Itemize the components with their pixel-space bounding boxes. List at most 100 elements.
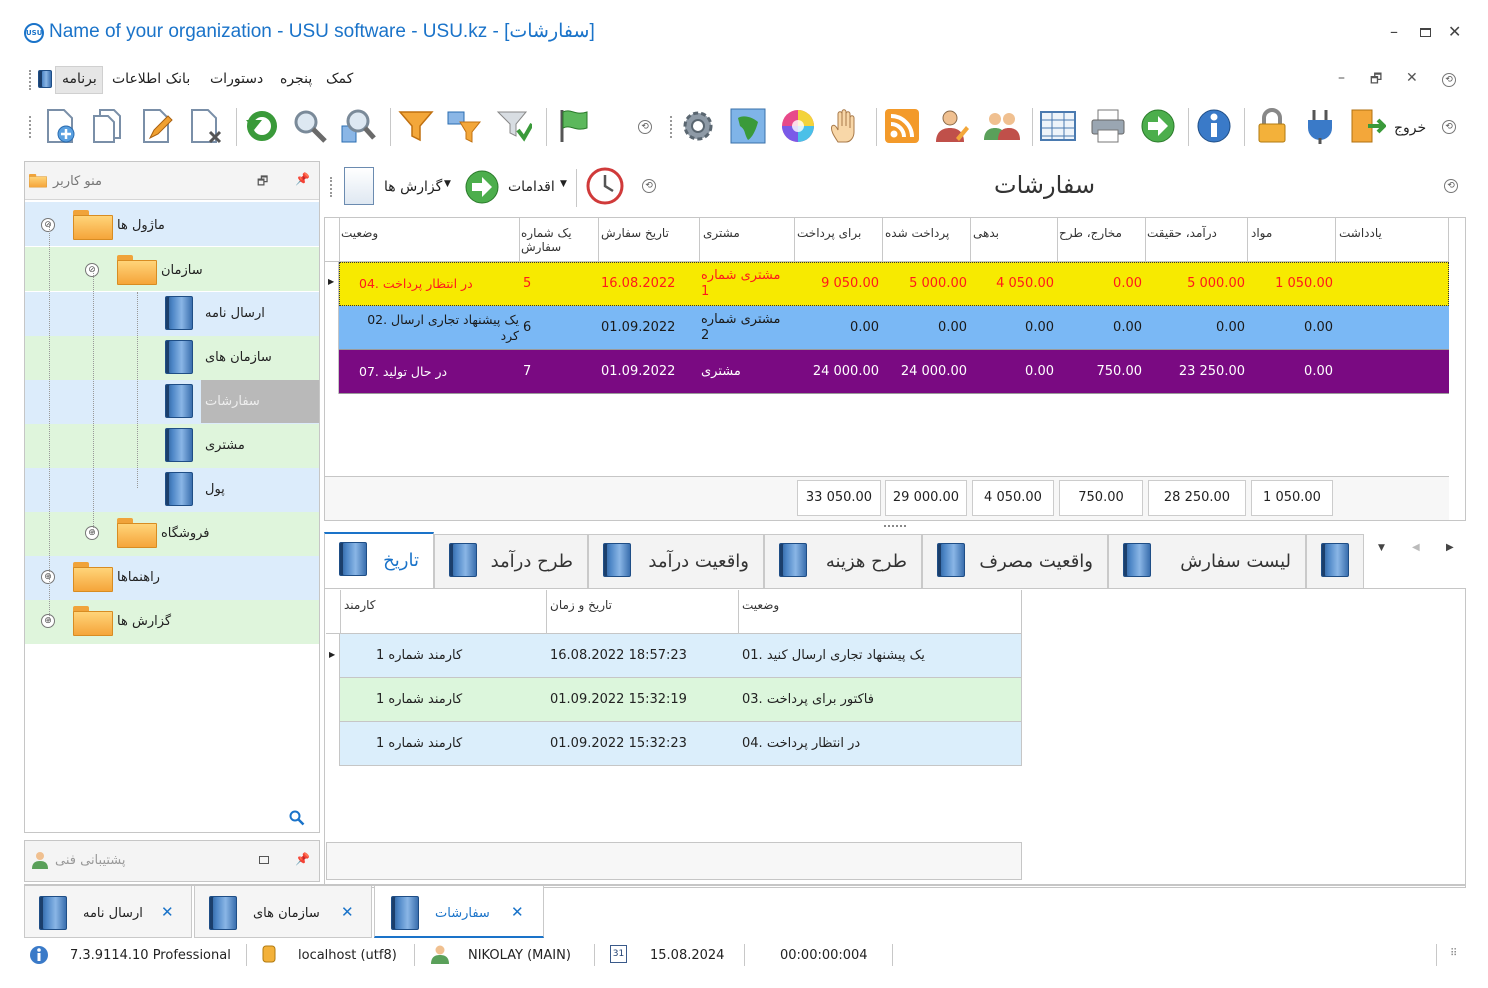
col-debt[interactable]: بدهی (973, 226, 999, 240)
col-paid[interactable]: پرداخت شده (885, 226, 949, 240)
support-pin-icon[interactable]: 📌 (295, 852, 310, 866)
expand-icon[interactable]: ⊕ (41, 614, 55, 628)
filter-icon[interactable] (398, 108, 434, 144)
forward-arrow-icon[interactable] (1140, 108, 1176, 144)
edit-doc-icon[interactable] (138, 108, 174, 144)
support-label[interactable]: پشتیبانی فنی (55, 853, 126, 868)
table-icon[interactable] (1040, 108, 1076, 144)
menu-item-program-label[interactable]: برنامه (62, 71, 97, 87)
plug-icon[interactable] (1302, 108, 1338, 144)
lock-icon[interactable] (1254, 108, 1290, 144)
sidebar-pin-icon[interactable]: 📌 (295, 172, 310, 186)
color-wheel-icon[interactable] (780, 108, 816, 144)
info-icon[interactable] (1196, 108, 1232, 144)
mdi-restore-button[interactable]: 🗗 (1370, 70, 1382, 92)
tree-row-orders[interactable]: سفارشات (25, 380, 319, 424)
tab-income-fact[interactable]: واقعیت درآمد (588, 534, 764, 588)
settings-gear-icon[interactable] (680, 108, 716, 144)
flag-icon[interactable] (556, 108, 592, 144)
add-doc-icon[interactable] (42, 108, 78, 144)
filter-edit-icon[interactable] (446, 108, 482, 144)
rss-icon[interactable] (884, 108, 920, 144)
tab-consumption-fact[interactable]: واقعیت مصرف (922, 534, 1108, 588)
tabs-scroll-right-icon[interactable]: ▶ (1446, 542, 1454, 553)
close-window-button[interactable]: ✕ (1448, 22, 1461, 41)
copy-doc-icon[interactable] (90, 108, 126, 144)
col-order-date[interactable]: تاریخ سفارش (601, 226, 669, 240)
menu-item-commands[interactable]: دستورات (210, 71, 263, 87)
panel-right-collapse-icon[interactable]: ⟲ (1444, 179, 1458, 193)
tree-row-organizations[interactable]: سازمان های (25, 336, 319, 380)
actions-dropdown[interactable]: اقدامات (508, 179, 555, 195)
subcol-datetime[interactable]: تاریخ و زمان (550, 598, 612, 612)
tabs-scroll-left-icon[interactable]: ◀ (1412, 542, 1420, 553)
window-tab-close-icon[interactable]: ✕ (511, 903, 524, 921)
maximize-button[interactable] (1420, 28, 1431, 37)
advanced-search-icon[interactable] (340, 108, 376, 144)
window-tab-organizations[interactable]: سازمان های ✕ (194, 886, 372, 938)
history-row[interactable]: کارمند شماره 1 01.09.2022 15:32:19 03. فاک… (340, 678, 1022, 722)
search-icon[interactable] (292, 108, 328, 144)
window-tab-send-letter[interactable]: ارسال نامه ✕ (24, 886, 192, 938)
reports-dropdown[interactable]: گزارش ها (384, 179, 442, 195)
clock-icon[interactable] (586, 167, 624, 205)
minimize-button[interactable]: – (1390, 22, 1398, 41)
expand-icon[interactable]: ⊕ (41, 570, 55, 584)
tab-more[interactable] (1306, 534, 1364, 588)
printer-icon[interactable] (1090, 108, 1126, 144)
mdi-minimize-button[interactable]: – (1338, 70, 1345, 86)
col-income-fact[interactable]: درآمد، حقیقت (1147, 226, 1217, 240)
col-customer[interactable]: مشتری (703, 226, 740, 240)
window-tab-orders[interactable]: سفارشات ✕ (374, 886, 544, 938)
menu-collapse-icon[interactable]: ⟲ (1442, 73, 1456, 87)
users-icon[interactable] (984, 108, 1020, 144)
toolbar-collapse-icon[interactable]: ⟲ (638, 120, 652, 134)
tree-row-customer[interactable]: مشتری (25, 424, 319, 468)
tree-row-organization[interactable]: ⊘ سازمان (25, 247, 319, 291)
col-expense-plan[interactable]: مخارج، طرح (1059, 226, 1122, 240)
tabs-dropdown-icon[interactable]: ▼ (1378, 543, 1385, 553)
menu-item-window[interactable]: پنجره (280, 71, 312, 87)
toolbar-collapse-right-icon[interactable]: ⟲ (1442, 120, 1456, 134)
tab-income-plan[interactable]: طرح درآمد (434, 534, 588, 588)
sidebar-search-icon[interactable] (289, 810, 305, 826)
tree-row-guides[interactable]: ⊕ راهنماها (25, 556, 319, 600)
col-note[interactable]: یادداشت (1339, 226, 1382, 240)
tree-row-money[interactable]: پول (25, 468, 319, 512)
tab-history[interactable]: تاریخ (324, 532, 434, 588)
delete-doc-icon[interactable] (188, 108, 224, 144)
refresh-icon[interactable] (244, 108, 280, 144)
support-minimize-button[interactable] (259, 856, 269, 864)
col-materials[interactable]: مواد (1251, 226, 1272, 240)
tree-row-modules[interactable]: ⊘ ماژول ها (25, 202, 319, 246)
exit-door-icon[interactable] (1350, 108, 1386, 144)
mdi-close-button[interactable]: ✕ (1406, 70, 1418, 86)
tab-order-list[interactable]: لیست سفارش (1108, 534, 1306, 588)
world-map-icon[interactable] (730, 108, 766, 144)
history-row[interactable]: کارمند شماره 1 16.08.2022 18:57:23 01. یک … (340, 634, 1022, 678)
resize-grip-icon[interactable]: ⠿ (1450, 948, 1457, 959)
panel-collapse-icon[interactable]: ⟲ (642, 179, 656, 193)
sidebar-float-button[interactable]: 🗗 (257, 172, 268, 193)
hand-icon[interactable] (828, 108, 864, 144)
tree-row-reports[interactable]: ⊕ گزارش ها (25, 600, 319, 644)
tree-row-send-letter[interactable]: ارسال نامه (25, 292, 319, 336)
user-edit-icon[interactable] (934, 108, 970, 144)
collapse-icon[interactable]: ⊘ (41, 218, 55, 232)
filter-clear-icon[interactable] (496, 108, 532, 144)
exit-label[interactable]: خروج (1394, 120, 1426, 136)
subcol-status[interactable]: وضعیت (742, 598, 779, 612)
splitter-grip[interactable] (884, 525, 906, 527)
col-order-number[interactable]: یک شماره سفارش (521, 226, 591, 254)
window-tab-close-icon[interactable]: ✕ (341, 903, 354, 921)
col-to-pay[interactable]: برای پرداخت (797, 226, 861, 240)
collapse-icon[interactable]: ⊘ (85, 263, 99, 277)
history-row[interactable]: کارمند شماره 1 01.09.2022 15:32:23 04. در … (340, 722, 1022, 766)
menu-item-help[interactable]: کمک (326, 71, 353, 87)
col-status[interactable]: وضعیت (341, 226, 378, 240)
window-tab-close-icon[interactable]: ✕ (161, 903, 174, 921)
menu-item-database[interactable]: بانک اطلاعات (112, 71, 190, 87)
expand-icon[interactable]: ⊕ (85, 526, 99, 540)
tab-expense-plan[interactable]: طرح هزینه (764, 534, 922, 588)
actions-arrow-icon[interactable] (464, 169, 500, 205)
